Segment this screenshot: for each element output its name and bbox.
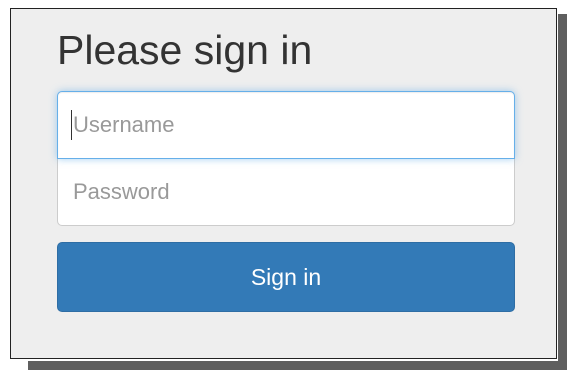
username-input[interactable] bbox=[58, 92, 514, 158]
signin-heading: Please sign in bbox=[57, 27, 313, 73]
window-shadow-bottom bbox=[28, 361, 567, 370]
signin-button[interactable]: Sign in bbox=[57, 242, 515, 312]
text-cursor bbox=[71, 110, 72, 140]
username-field[interactable] bbox=[57, 91, 515, 159]
password-input[interactable] bbox=[58, 159, 514, 225]
page: Please sign in Sign in bbox=[0, 0, 567, 370]
password-field[interactable] bbox=[57, 158, 515, 226]
window-shadow-right bbox=[558, 14, 567, 370]
